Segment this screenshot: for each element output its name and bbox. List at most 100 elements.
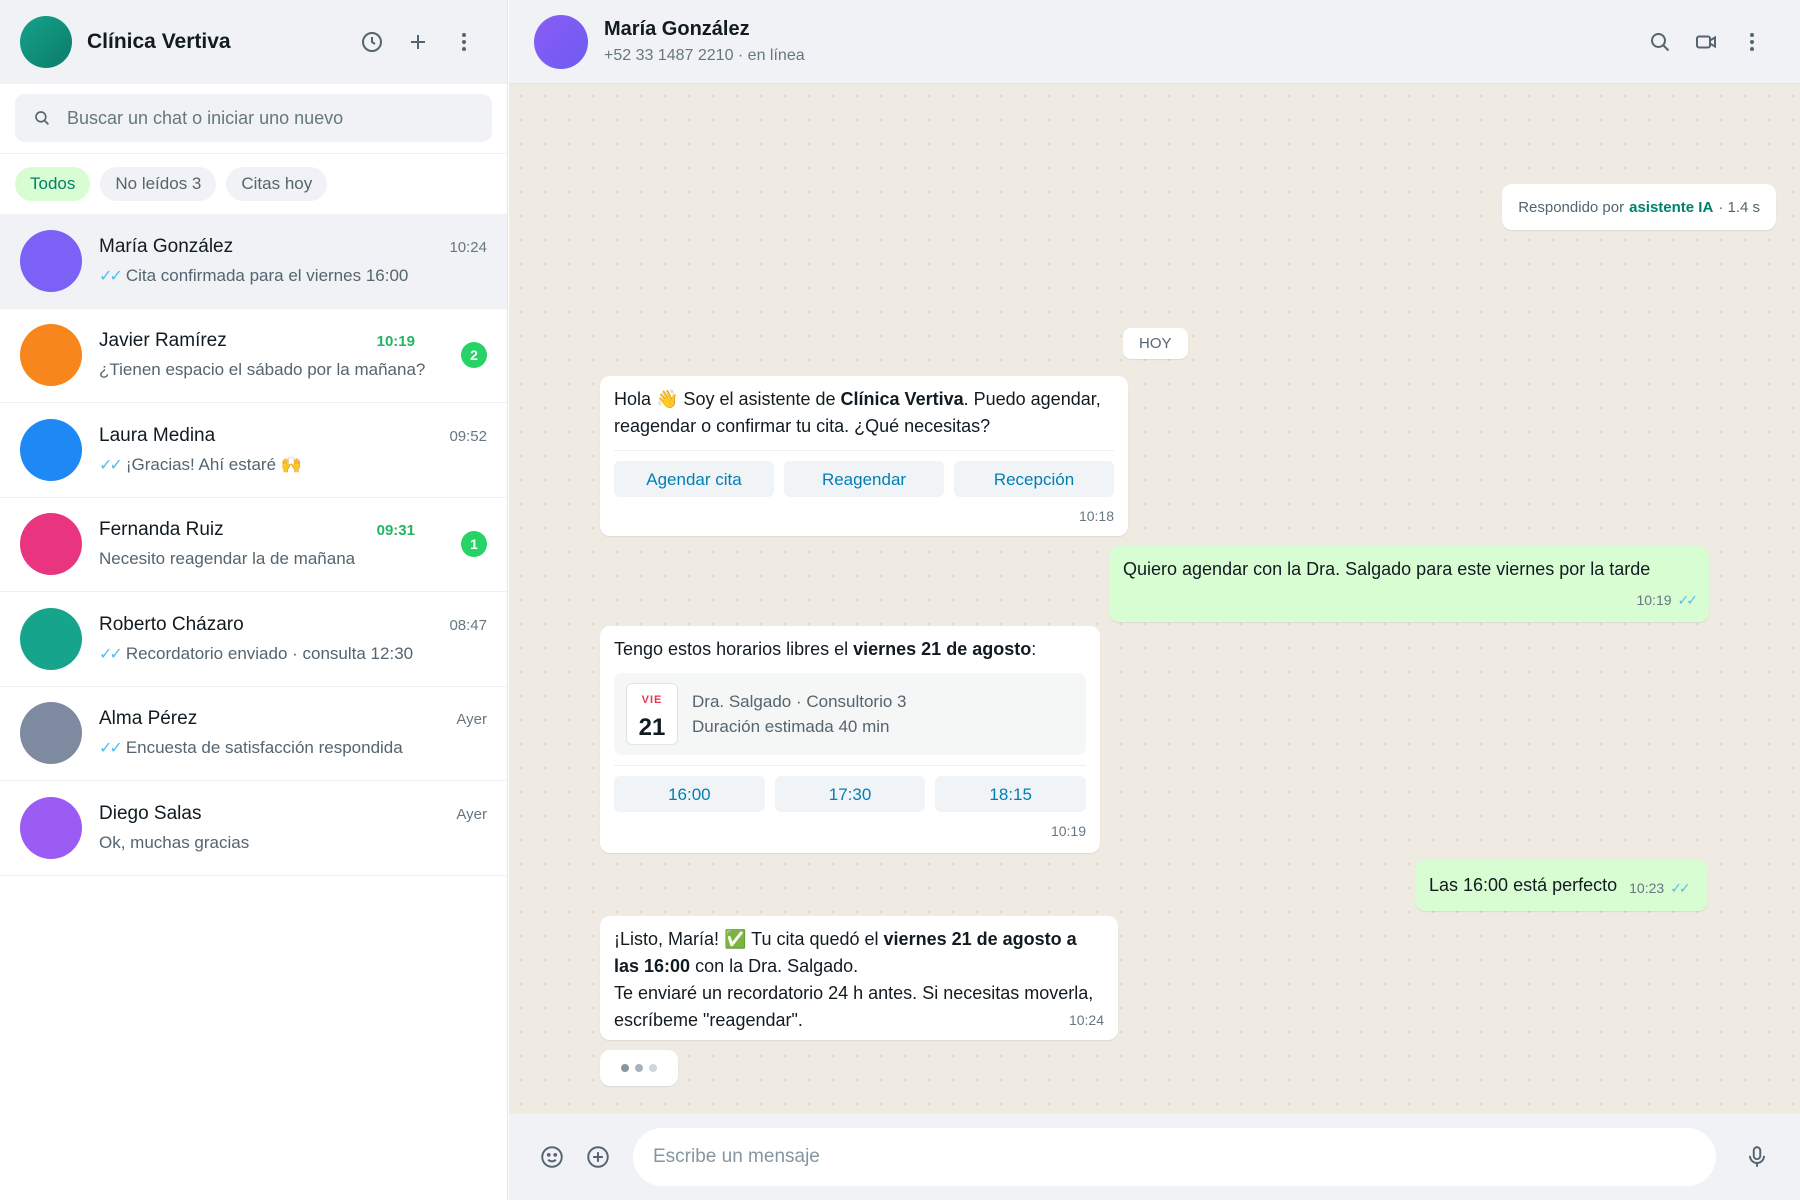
chat-avatar xyxy=(20,229,82,292)
search-input[interactable] xyxy=(67,107,474,129)
attach-button[interactable] xyxy=(575,1134,621,1180)
voice-message-button[interactable] xyxy=(1734,1134,1780,1180)
conversation-panel: María González +52 33 1487 2210 · en lín… xyxy=(509,0,1800,1200)
emoji-button[interactable] xyxy=(529,1134,575,1180)
read-ticks-icon: ✓✓ xyxy=(99,267,123,285)
sidebar-header: Clínica Vertiva xyxy=(0,0,507,84)
outgoing-message-request[interactable]: Quiero agendar con la Dra. Salgado para … xyxy=(1109,546,1709,622)
chat-list-item[interactable]: Roberto Cházaro 08:47 ✓✓ Recordatorio envia… xyxy=(0,592,507,687)
chat-name: Fernanda Ruiz xyxy=(99,519,224,541)
ai-note-suffix: · 1.4 s xyxy=(1718,198,1760,216)
chat-body: María González 10:24 ✓✓ Cita confirmada par… xyxy=(99,236,487,286)
read-ticks-icon: ✓✓ xyxy=(99,740,123,758)
message-area[interactable]: Respondido por asistente IA · 1.4 s HOY … xyxy=(509,84,1800,1114)
chat-list-item[interactable]: Alma Pérez Ayer ✓✓ Encuesta de satisfacción… xyxy=(0,687,507,781)
read-ticks-icon: ✓✓ xyxy=(1670,880,1691,896)
chat-name: Laura Medina xyxy=(99,424,216,446)
chat-top-row: María González 10:24 xyxy=(99,236,487,258)
quick-reply-buttons: Agendar cita Reagendar Recepción xyxy=(614,450,1114,497)
quick-reply-reschedule-button[interactable]: Reagendar xyxy=(784,461,944,497)
microphone-icon xyxy=(1748,1146,1766,1167)
message-text: Tengo estos horarios libres el viernes 2… xyxy=(614,639,1037,659)
chat-avatar xyxy=(20,418,82,481)
chat-body: Javier Ramírez 10:19 ¿Tienen espacio el sá… xyxy=(99,330,451,380)
appointment-details: Dra. Salgado · Consultorio 3 Duración es… xyxy=(692,689,907,739)
chat-body: Roberto Cházaro 08:47 ✓✓ Recordatorio envia… xyxy=(99,614,487,664)
chat-list-item[interactable]: Laura Medina 09:52 ✓✓ ¡Gracias! Ahí estaré … xyxy=(0,403,507,498)
chat-bottom-row: Necesito reagendar la de mañana xyxy=(99,549,451,569)
contact-info[interactable]: María González +52 33 1487 2210 · en lín… xyxy=(604,18,1637,65)
chat-preview: ¿Tienen espacio el sábado por la mañana? xyxy=(99,360,426,380)
message-text: ¡Listo, María! ✅ Tu cita quedó el vierne… xyxy=(614,929,1077,976)
contact-avatar[interactable] xyxy=(534,14,588,69)
chat-top-row: Roberto Cházaro 08:47 xyxy=(99,614,487,636)
chat-bottom-row: ✓✓ Encuesta de satisfacción respondida xyxy=(99,738,487,758)
message-composer xyxy=(509,1114,1800,1200)
chat-preview: Encuesta de satisfacción respondida xyxy=(125,738,403,758)
sidebar-menu-button[interactable] xyxy=(441,19,487,65)
chat-menu-button[interactable] xyxy=(1729,19,1775,65)
chat-bottom-row: Ok, muchas gracias xyxy=(99,833,487,853)
chat-preview: Ok, muchas gracias xyxy=(99,832,250,852)
business-name: Clínica Vertiva xyxy=(87,30,231,53)
incoming-message-confirmation[interactable]: ¡Listo, María! ✅ Tu cita quedó el vierne… xyxy=(600,916,1118,1040)
appointment-card: VIE 21 Dra. Salgado · Consultorio 3 Dura… xyxy=(614,673,1086,755)
filter-chip-appointments-today[interactable]: Citas hoy xyxy=(226,167,328,201)
search-box[interactable] xyxy=(15,94,492,142)
time-slot-button-1730[interactable]: 17:30 xyxy=(774,776,926,812)
status-clock-button[interactable] xyxy=(349,19,395,65)
contact-status: +52 33 1487 2210 · en línea xyxy=(604,47,805,64)
ai-note-agent: asistente IA xyxy=(1629,198,1714,216)
new-chat-button[interactable] xyxy=(395,19,441,65)
ai-note-prefix: Respondido por xyxy=(1518,198,1625,216)
chat-time: 08:47 xyxy=(449,616,487,634)
business-avatar[interactable] xyxy=(20,16,72,68)
chat-avatar xyxy=(20,702,82,765)
chat-time: 10:19 xyxy=(376,333,415,351)
message-time: 10:19 xyxy=(1050,823,1086,839)
message-text: Las 16:00 está perfecto xyxy=(1429,875,1618,895)
outgoing-message-choice[interactable]: Las 16:00 está perfecto 10:23 ✓✓ xyxy=(1415,860,1708,911)
chat-top-row: Laura Medina 09:52 xyxy=(99,425,487,447)
chat-list-item[interactable]: Javier Ramírez 10:19 ¿Tienen espacio el sá… xyxy=(0,309,507,403)
clock-icon xyxy=(362,32,382,52)
emoji-icon xyxy=(541,1146,563,1168)
chat-filters: Todos No leídos 3 Citas hoy xyxy=(0,154,507,214)
chat-bottom-row: ✓✓ Recordatorio enviado · consulta 12:30 xyxy=(99,644,487,664)
chat-name: María González xyxy=(99,235,234,257)
chat-preview: Recordatorio enviado · consulta 12:30 xyxy=(125,643,414,663)
chat-time: 09:52 xyxy=(449,427,487,445)
incoming-message-welcome[interactable]: Hola 👋 Soy el asistente de Clínica Verti… xyxy=(600,376,1128,536)
calendar-weekday: VIE xyxy=(641,693,663,706)
filter-chip-unread[interactable]: No leídos 3 xyxy=(100,167,217,201)
chat-time: Ayer xyxy=(456,805,487,823)
chat-top-row: Diego Salas Ayer xyxy=(99,803,487,825)
time-slot-button-1815[interactable]: 18:15 xyxy=(935,776,1087,812)
chat-avatar xyxy=(20,607,82,670)
chat-name: Alma Pérez xyxy=(99,708,198,730)
message-time: 10:18 xyxy=(1078,508,1114,524)
read-ticks-icon: ✓✓ xyxy=(1677,592,1699,608)
unread-count-badge: 1 xyxy=(461,531,487,558)
conversation-header: María González +52 33 1487 2210 · en lín… xyxy=(509,0,1800,84)
search-icon xyxy=(1651,32,1670,51)
message-input[interactable] xyxy=(633,1128,1716,1186)
chat-time: 09:31 xyxy=(376,522,415,540)
chat-list-item[interactable]: María González 10:24 ✓✓ Cita confirmada par… xyxy=(0,214,507,309)
time-slot-button-1600[interactable]: 16:00 xyxy=(614,776,765,812)
video-icon xyxy=(1696,35,1716,48)
incoming-message-slots[interactable]: Tengo estos horarios libres el viernes 2… xyxy=(600,626,1100,853)
filter-chip-all[interactable]: Todos xyxy=(15,167,91,201)
quick-reply-reception-button[interactable]: Recepción xyxy=(954,461,1114,497)
chat-bottom-row: ✓✓ Cita confirmada para el viernes 16:00 xyxy=(99,266,487,286)
video-call-button[interactable] xyxy=(1683,19,1729,65)
chat-list-item[interactable]: Fernanda Ruiz 09:31 Necesito reagendar la … xyxy=(0,498,507,592)
chat-avatar xyxy=(20,324,82,387)
search-icon xyxy=(35,111,49,125)
quick-reply-schedule-button[interactable]: Agendar cita xyxy=(614,461,774,497)
contact-name: María González xyxy=(604,18,750,40)
chat-list-item[interactable]: Diego Salas Ayer Ok, muchas gracias xyxy=(0,781,507,876)
message-meta: 10:19 ✓✓ xyxy=(1123,587,1699,614)
search-in-chat-button[interactable] xyxy=(1637,19,1683,65)
typing-indicator xyxy=(600,1050,678,1086)
